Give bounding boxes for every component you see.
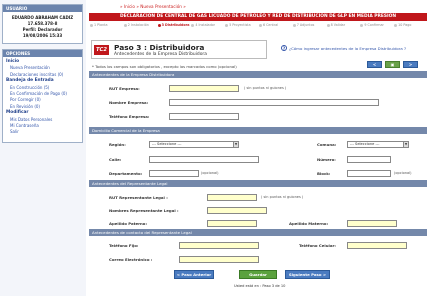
region-select[interactable]: --- Seleccione --- ▼ bbox=[149, 141, 239, 148]
apellido-paterno-label: Apellido Paterno: bbox=[109, 221, 148, 226]
step-progress: 1 Planta 2 Instalación 3 Distribuidora 4… bbox=[89, 22, 427, 29]
menu-item-salir[interactable]: Salir bbox=[6, 129, 79, 135]
departamento-input[interactable] bbox=[149, 170, 199, 177]
rut-rep-label: RUT Representante Legal : bbox=[109, 195, 168, 200]
nombre-empresa-input[interactable] bbox=[169, 99, 379, 106]
next-step-button[interactable]: Siguiente Paso > bbox=[285, 270, 330, 279]
apellido-paterno-input[interactable] bbox=[207, 220, 257, 227]
tc2-badge: TC2 bbox=[94, 45, 109, 55]
telefono-fijo-input[interactable] bbox=[179, 242, 259, 249]
step-title-box: TC2 Paso 3 : Distribuidora Antecedentes … bbox=[91, 40, 267, 59]
apellido-materno-label: Apellido Materno: bbox=[289, 221, 329, 226]
comuna-select-value: --- Seleccione --- bbox=[350, 142, 380, 146]
numero-input[interactable] bbox=[347, 156, 391, 163]
page-banner: DECLARACION DE CENTRAL DE GAS LICUADO DE… bbox=[89, 13, 427, 21]
help-link-text[interactable]: ¿Cómo ingresar antecedentes de la Empres… bbox=[289, 46, 406, 51]
user-box-header: USUARIO bbox=[3, 5, 82, 12]
apellido-materno-input[interactable] bbox=[347, 220, 397, 227]
user-datetime: 19/08/2006 15:33 bbox=[22, 33, 63, 38]
next-arrow-button[interactable]: > bbox=[403, 61, 418, 68]
step-status: Usted está en : Paso 3 de 10 bbox=[234, 284, 286, 288]
step-2: 2 Instalación bbox=[123, 22, 157, 29]
departamento-label: Departamento: bbox=[109, 171, 143, 176]
user-box: USUARIO EDUARDO ABRAHAM CADIZ 17.658.378… bbox=[2, 4, 83, 44]
calle-input[interactable] bbox=[149, 156, 259, 163]
region-label: Región: bbox=[109, 142, 126, 147]
telefono-empresa-label: Teléfono Empresa: bbox=[109, 114, 150, 119]
step-7: 7 Adjuntos bbox=[292, 22, 326, 29]
breadcrumb: » Inicio » Nueva Presentación » bbox=[120, 4, 186, 9]
breadcrumb-home[interactable]: » Inicio bbox=[120, 4, 135, 9]
telefono-celular-input[interactable] bbox=[347, 242, 407, 249]
telefono-fijo-label: Teléfono Fijo: bbox=[109, 243, 139, 248]
rut-empresa-hint: ( sin puntos ni guiones ) bbox=[244, 86, 287, 90]
breadcrumb-current[interactable]: Nueva Presentación » bbox=[140, 4, 186, 9]
section-contact: Antecedentes de contacto del Representan… bbox=[89, 229, 427, 236]
rut-rep-input[interactable] bbox=[207, 194, 257, 201]
section-legal-rep: Antecedentes del Representante Legal bbox=[89, 180, 427, 187]
telefono-empresa-input[interactable] bbox=[169, 113, 239, 120]
section-company: Antecedentes de la Empresa Distribuidora bbox=[89, 71, 427, 78]
comuna-select[interactable]: --- Seleccione --- ▼ bbox=[347, 141, 409, 148]
rut-rep-hint: ( sin puntos ni guiones ) bbox=[261, 195, 304, 199]
prev-step-button[interactable]: < Paso Anterior bbox=[174, 270, 214, 279]
save-button[interactable]: Guardar bbox=[239, 270, 277, 279]
correo-label: Correo Electrónico : bbox=[109, 257, 153, 262]
step-3-active: 3 Distribuidora bbox=[157, 22, 191, 29]
correo-input[interactable] bbox=[179, 256, 259, 263]
step-4: 4 Instalador bbox=[190, 22, 224, 29]
nombres-rep-label: Nombres Representante Legal : bbox=[109, 208, 179, 213]
step-10: 10 Pago bbox=[393, 22, 427, 29]
page-subtitle: Antecedentes de la Empresa Distribuidora bbox=[114, 52, 207, 57]
page-title: Paso 3 : Distribuidora bbox=[114, 43, 205, 52]
telefono-celular-label: Teléfono Celular: bbox=[299, 243, 336, 248]
save-icon-button[interactable]: ▣ bbox=[385, 61, 400, 68]
block-label: Block: bbox=[317, 171, 331, 176]
main-content: » Inicio » Nueva Presentación » DECLARAC… bbox=[89, 0, 427, 296]
block-input[interactable] bbox=[347, 170, 391, 177]
section-address: Domicilio Comercial de la Empresa bbox=[89, 127, 427, 134]
rut-empresa-label: RUT Empresa: bbox=[109, 86, 140, 91]
region-select-value: --- Seleccione --- bbox=[152, 142, 182, 146]
options-box-header: OPCIONES bbox=[3, 50, 82, 57]
help-icon[interactable]: ? bbox=[281, 45, 287, 51]
step-9: 9 Confirmar bbox=[359, 22, 393, 29]
rut-empresa-input[interactable] bbox=[169, 85, 239, 92]
chevron-down-icon: ▼ bbox=[233, 142, 238, 147]
calle-label: Calle: bbox=[109, 157, 122, 162]
departamento-optional: (opcional) bbox=[201, 171, 219, 175]
step-8: 8 Validar bbox=[326, 22, 360, 29]
step-6: 6 Central bbox=[258, 22, 292, 29]
prev-arrow-button[interactable]: < bbox=[367, 61, 382, 68]
chevron-down-icon: ▼ bbox=[403, 142, 408, 147]
step-5: 5 Proyectista bbox=[224, 22, 258, 29]
block-optional: (opcional) bbox=[394, 171, 412, 175]
numero-label: Número: bbox=[317, 157, 336, 162]
help-link[interactable]: ? ¿Cómo ingresar antecedentes de la Empre… bbox=[281, 45, 406, 51]
options-box: OPCIONES Inicio Nueva Presentación Decla… bbox=[2, 49, 83, 143]
nombre-empresa-label: Nombre Empresa: bbox=[109, 100, 149, 105]
required-note: * Todos los campos son obligatorios , ex… bbox=[92, 64, 237, 69]
comuna-label: Comuna: bbox=[317, 142, 337, 147]
step-1: 1 Planta bbox=[89, 22, 123, 29]
sidebar: USUARIO EDUARDO ABRAHAM CADIZ 17.658.378… bbox=[0, 0, 86, 296]
nombres-rep-input[interactable] bbox=[207, 207, 267, 214]
nav-buttons: < ▣ > bbox=[367, 61, 418, 68]
